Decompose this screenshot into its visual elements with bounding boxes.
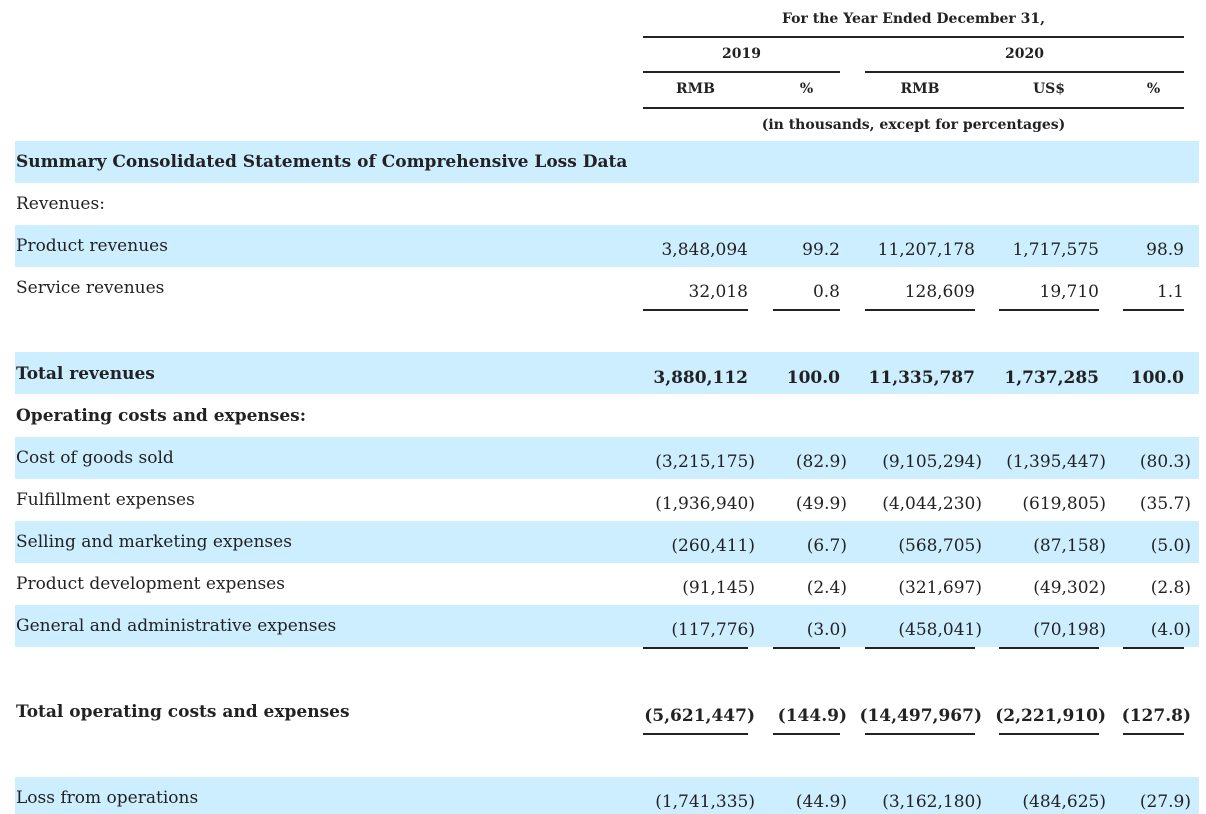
cell-selling-marketing-rmb2020: (568,705) [898,536,982,556]
cell-service-revenues-rmb2020: 128,609 [904,282,975,302]
opex-rule-rmb2020 [865,647,975,649]
cell-product-development-usd2020: (49,302) [1033,578,1106,598]
col-header-pct-2020: % [1146,81,1161,97]
cell-selling-marketing-pct2019: (6.7) [806,536,847,556]
cell-product-revenues-rmb2019: 3,848,094 [661,240,748,260]
cell-total-opex-rmb2020: (14,497,967) [859,706,982,726]
cell-total-revenues-pct2020: 100.0 [1130,368,1184,388]
cell-fulfillment-pct2020: (35.7) [1139,494,1191,514]
cell-selling-marketing-usd2020: (87,158) [1033,536,1106,556]
section-title: Summary Consolidated Statements of Compr… [16,152,628,172]
year-2019-rule [643,71,840,73]
cell-product-revenues-pct2019: 99.2 [802,240,840,260]
col-header-rmb-2019: RMB [676,81,715,97]
total-opex-rule-rmb2019 [643,733,748,735]
row-label-service-revenues: Service revenues [16,278,165,298]
cell-product-development-pct2019: (2.4) [806,578,847,598]
cell-cost-of-goods-pct2019: (82.9) [795,452,847,472]
cell-product-revenues-rmb2020: 11,207,178 [877,240,975,260]
subtotal-rule-usd2020 [999,309,1099,311]
row-label-fulfillment: Fulfillment expenses [16,490,195,510]
cell-general-admin-rmb2020: (458,041) [898,620,982,640]
cell-total-revenues-pct2019: 100.0 [786,368,840,388]
revenues-heading: Revenues: [16,194,105,214]
cell-product-development-pct2020: (2.8) [1150,578,1191,598]
total-opex-rule-pct2019 [773,733,840,735]
row-label-total-opex: Total operating costs and expenses [16,702,350,722]
opex-rule-pct2019 [773,647,840,649]
row-label-loss-from-operations: Loss from operations [16,788,199,808]
cell-cost-of-goods-usd2020: (1,395,447) [1006,452,1106,472]
cell-product-revenues-usd2020: 1,717,575 [1012,240,1099,260]
cell-service-revenues-usd2020: 19,710 [1039,282,1099,302]
cell-fulfillment-rmb2019: (1,936,940) [655,494,755,514]
cell-total-opex-rmb2019: (5,621,447) [644,706,755,726]
row-label-product-development: Product development expenses [16,574,285,594]
year-2019-header: 2019 [722,46,761,62]
header-rule-top [643,36,1184,38]
cell-fulfillment-rmb2020: (4,044,230) [882,494,982,514]
total-opex-rule-usd2020 [999,733,1099,735]
cell-fulfillment-usd2020: (619,805) [1022,494,1106,514]
cell-total-opex-usd2020: (2,221,910) [995,706,1106,726]
cell-cost-of-goods-pct2020: (80.3) [1139,452,1191,472]
cell-product-development-rmb2020: (321,697) [898,578,982,598]
row-label-selling-marketing: Selling and marketing expenses [16,532,292,552]
opex-rule-rmb2019 [643,647,748,649]
col-header-rule [643,107,1184,109]
cell-service-revenues-pct2020: 1.1 [1156,282,1184,302]
cell-general-admin-usd2020: (70,198) [1033,620,1106,640]
cell-service-revenues-rmb2019: 32,018 [688,282,748,302]
subtotal-rule-pct2019 [773,309,840,311]
row-label-general-admin: General and administrative expenses [16,616,337,636]
col-header-usd-2020: US$ [1032,81,1066,97]
cell-selling-marketing-pct2020: (5.0) [1150,536,1191,556]
cell-product-development-rmb2019: (91,145) [682,578,755,598]
cell-general-admin-pct2020: (4.0) [1150,620,1191,640]
cell-total-opex-pct2020: (127.8) [1121,706,1191,726]
subtotal-rule-pct2020 [1123,309,1184,311]
col-header-pct-2019: % [799,81,814,97]
cell-general-admin-rmb2019: (117,776) [671,620,755,640]
cell-selling-marketing-rmb2019: (260,411) [671,536,755,556]
cell-total-opex-pct2019: (144.9) [777,706,847,726]
year-2020-rule [865,71,1184,73]
total-opex-rule-pct2020 [1123,733,1184,735]
cell-fulfillment-pct2019: (49.9) [795,494,847,514]
cell-product-revenues-pct2020: 98.9 [1146,240,1184,260]
subtotal-rule-rmb2019 [643,309,748,311]
cell-cost-of-goods-rmb2019: (3,215,175) [655,452,755,472]
units-note: (in thousands, except for percentages) [761,117,1066,133]
cell-general-admin-pct2019: (3.0) [806,620,847,640]
opex-heading: Operating costs and expenses: [16,406,306,426]
cell-service-revenues-pct2019: 0.8 [812,282,840,302]
cell-loss-from-operations-pct2019: (44.9) [795,792,847,812]
cell-cost-of-goods-rmb2020: (9,105,294) [882,452,982,472]
cell-total-revenues-rmb2020: 11,335,787 [868,368,975,388]
opex-rule-usd2020 [999,647,1099,649]
row-label-total-revenues: Total revenues [16,364,155,384]
total-opex-rule-rmb2020 [865,733,975,735]
row-label-product-revenues: Product revenues [16,236,168,256]
opex-rule-pct2020 [1123,647,1184,649]
cell-loss-from-operations-pct2020: (27.9) [1139,792,1191,812]
cell-loss-from-operations-rmb2020: (3,162,180) [882,792,982,812]
subtotal-rule-rmb2020 [865,309,975,311]
cell-loss-from-operations-usd2020: (484,625) [1022,792,1106,812]
cell-loss-from-operations-rmb2019: (1,741,335) [655,792,755,812]
cell-total-revenues-usd2020: 1,737,285 [1004,368,1099,388]
period-header: For the Year Ended December 31, [782,11,1045,27]
cell-total-revenues-rmb2019: 3,880,112 [653,368,748,388]
year-2020-header: 2020 [1005,46,1044,62]
row-label-cost-of-goods: Cost of goods sold [16,448,174,468]
col-header-rmb-2020: RMB [900,81,940,97]
